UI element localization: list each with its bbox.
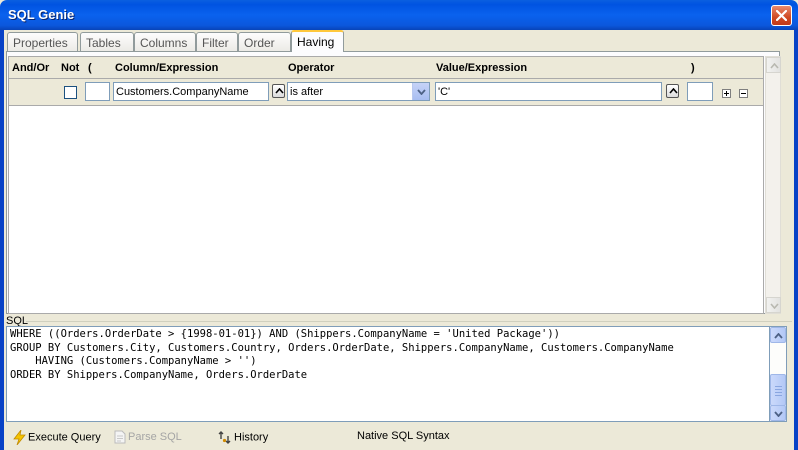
sql-scroll-down-button[interactable] — [770, 405, 786, 421]
not-checkbox[interactable] — [64, 86, 77, 99]
header-column: Column/Expression — [115, 62, 219, 74]
header-close-paren: ) — [691, 62, 695, 74]
sql-syntax-status: Native SQL Syntax — [357, 430, 450, 442]
sql-scroll-thumb[interactable] — [770, 374, 786, 406]
chevron-down-icon — [774, 411, 783, 417]
lightning-icon — [13, 430, 26, 445]
operator-dropdown-button[interactable] — [412, 83, 429, 100]
tab-properties[interactable]: Properties — [7, 32, 78, 51]
header-open-paren: ( — [88, 62, 92, 74]
minus-icon — [741, 93, 746, 94]
close-icon — [776, 10, 787, 21]
sql-text-area[interactable]: WHERE ((Orders.OrderDate > {1998-01-01})… — [6, 326, 770, 422]
window-title: SQL Genie — [8, 7, 75, 22]
window-frame-right — [794, 30, 798, 450]
bottom-toolbar: Execute Query Parse SQL History Native S… — [0, 425, 798, 450]
remove-row-button[interactable] — [739, 89, 748, 98]
chevron-up-icon — [669, 88, 678, 94]
tab-columns[interactable]: Columns — [134, 32, 196, 51]
tab-tables[interactable]: Tables — [80, 32, 134, 51]
header-operator: Operator — [288, 62, 335, 74]
chevron-up-icon — [774, 333, 783, 339]
chevron-down-icon — [417, 89, 426, 95]
operator-select[interactable]: is after — [287, 82, 430, 101]
grid-header: And/Or Not ( Column/Expression Operator … — [9, 57, 763, 79]
sql-scroll-up-button[interactable] — [770, 327, 786, 343]
history-button[interactable]: History — [218, 430, 268, 445]
column-builder-button[interactable] — [272, 84, 285, 98]
tab-filter[interactable]: Filter — [196, 32, 238, 51]
sql-scrollbar[interactable] — [770, 326, 787, 422]
tab-order[interactable]: Order — [238, 32, 291, 51]
parse-sql-button[interactable]: Parse SQL — [114, 430, 182, 444]
header-value: Value/Expression — [436, 62, 528, 74]
sql-section-divider — [26, 321, 792, 322]
value-expression-input[interactable]: 'C' — [435, 82, 662, 101]
operator-selected-value: is after — [290, 86, 324, 98]
header-not: Not — [61, 62, 80, 74]
close-button[interactable] — [771, 5, 792, 26]
chevron-up-icon — [275, 88, 284, 94]
execute-query-button[interactable]: Execute Query — [13, 430, 101, 445]
table-row: Customers.CompanyName is after 'C' — [9, 79, 763, 106]
grid-scroll-down-button[interactable] — [766, 297, 781, 313]
value-builder-button[interactable] — [666, 84, 679, 98]
grid-scroll-up-button[interactable] — [766, 57, 781, 73]
grid-scrollbar[interactable] — [765, 56, 781, 314]
tab-having[interactable]: Having — [291, 30, 344, 52]
having-tab-page: And/Or Not ( Column/Expression Operator … — [6, 51, 781, 314]
plus-icon — [724, 91, 729, 96]
having-grid: And/Or Not ( Column/Expression Operator … — [8, 56, 764, 314]
close-paren-input[interactable] — [687, 82, 713, 101]
document-icon — [114, 430, 126, 444]
window-frame-left — [0, 30, 4, 450]
chevron-up-icon — [770, 63, 779, 69]
open-paren-input[interactable] — [85, 82, 110, 101]
title-bar: SQL Genie — [0, 0, 798, 30]
sql-text: WHERE ((Orders.OrderDate > {1998-01-01})… — [10, 328, 674, 381]
header-and-or: And/Or — [12, 62, 50, 74]
add-row-button[interactable] — [722, 89, 731, 98]
chevron-down-icon — [770, 303, 779, 309]
column-expression-input[interactable]: Customers.CompanyName — [113, 82, 269, 101]
history-icon — [218, 431, 231, 444]
